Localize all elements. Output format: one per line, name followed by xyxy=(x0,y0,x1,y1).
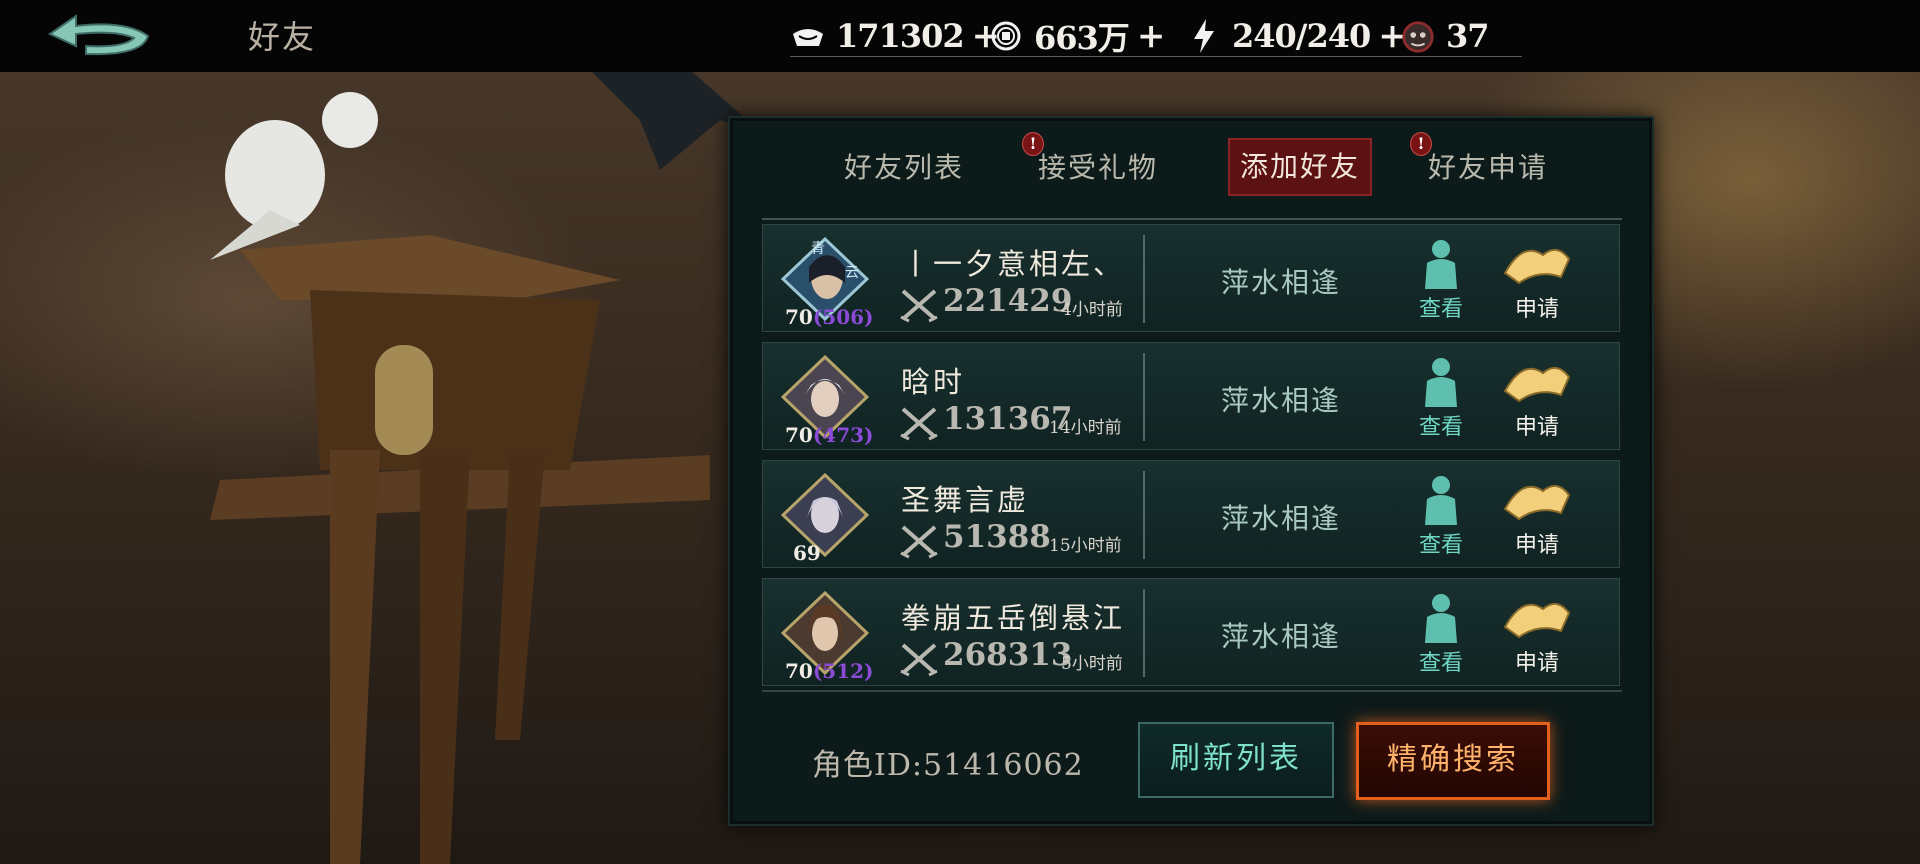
person-silhouette-icon xyxy=(1425,240,1457,289)
relation-status: 萍水相逢 xyxy=(1221,266,1342,299)
tab-friend-list[interactable]: 好友列表 xyxy=(844,138,964,198)
player-level: 70(506) xyxy=(785,305,874,329)
tab-friend-requests[interactable]: 好友申请 xyxy=(1428,138,1548,198)
cupped-hands-icon xyxy=(1503,602,1571,639)
player-name: 丨一夕意相左、 xyxy=(901,247,1126,281)
role-id-label: 角色ID:51416062 xyxy=(812,748,1084,783)
row-divider xyxy=(1143,589,1145,677)
friend-requests-alert-badge: ! xyxy=(1410,132,1432,156)
player-name: 圣舞言虚 xyxy=(901,483,1030,517)
relation-status: 萍水相逢 xyxy=(1221,502,1342,535)
friend-row: 69 圣舞言虚 51388 15小时前 萍水相逢 查看 申请 xyxy=(762,460,1620,568)
svg-text:青: 青 xyxy=(811,241,825,257)
view-profile-button[interactable]: 查看 xyxy=(1411,591,1471,676)
back-arrow-icon[interactable] xyxy=(46,12,152,62)
row-divider xyxy=(1143,471,1145,559)
player-name: 晗时 xyxy=(901,365,966,399)
view-profile-button[interactable]: 查看 xyxy=(1411,473,1471,558)
friend-row: 70(473) 晗时 131367 14小时前 萍水相逢 查看 申请 xyxy=(762,342,1620,450)
lightning-icon xyxy=(1186,18,1222,54)
silver-ingot-icon xyxy=(790,18,826,54)
resource-stamina: 240/240 + xyxy=(1186,14,1407,58)
page-title: 好友 xyxy=(248,18,317,56)
tab-add-friend[interactable]: 添加好友 xyxy=(1228,138,1373,196)
copper-coin-icon xyxy=(988,18,1024,54)
friend-row: 70(512) 拳崩五岳倒悬江 268313 5小时前 萍水相逢 查看 申请 xyxy=(762,578,1620,686)
resource-coin: 663万 + xyxy=(988,14,1165,58)
crossed-swords-icon xyxy=(900,525,938,559)
player-level: 69 xyxy=(793,541,821,565)
crossed-swords-icon xyxy=(900,407,938,441)
silver-value: 171302 xyxy=(836,17,965,55)
cupped-hands-icon xyxy=(1503,248,1571,285)
svg-text:云: 云 xyxy=(845,265,859,281)
add-coin-button[interactable]: + xyxy=(1137,16,1166,56)
ghost-token-icon xyxy=(1400,18,1436,54)
view-profile-button[interactable]: 查看 xyxy=(1411,355,1471,440)
person-silhouette-icon xyxy=(1425,476,1457,525)
tab-bar: 好友列表 接受礼物 ! 添加好友 好友申请 ! xyxy=(770,132,1610,198)
view-profile-button[interactable]: 查看 xyxy=(1411,237,1471,322)
send-request-button[interactable]: 申请 xyxy=(1499,237,1575,322)
precise-search-button[interactable]: 精确搜索 xyxy=(1356,722,1550,800)
row-divider xyxy=(1143,353,1145,441)
crossed-swords-icon xyxy=(900,289,938,323)
tab-receive-gifts[interactable]: 接受礼物 xyxy=(1038,138,1158,198)
player-name: 拳崩五岳倒悬江 xyxy=(901,601,1126,635)
send-request-button[interactable]: 申请 xyxy=(1499,591,1575,676)
send-request-button[interactable]: 申请 xyxy=(1499,473,1575,558)
refresh-list-button[interactable]: 刷新列表 xyxy=(1138,722,1334,798)
combat-power: 51388 xyxy=(943,519,1051,555)
cupped-hands-icon xyxy=(1503,484,1571,521)
resource-underline xyxy=(790,56,1522,57)
friend-row: 青 云 70(506) 丨一夕意相左、 221429 4小时前 萍水相逢 查看 … xyxy=(762,224,1620,332)
coin-value: 663万 xyxy=(1034,19,1130,57)
person-silhouette-icon xyxy=(1425,594,1457,643)
resource-silver: 171302 + xyxy=(790,14,1000,58)
receive-gifts-alert-badge: ! xyxy=(1022,132,1044,156)
combat-power: 221429 xyxy=(943,283,1073,319)
crossed-swords-icon xyxy=(900,643,938,677)
resource-token: 37 xyxy=(1400,14,1490,58)
last-online: 14小时前 xyxy=(1049,418,1122,438)
stamina-value: 240/240 xyxy=(1232,17,1371,55)
row-divider xyxy=(1143,235,1145,323)
player-level: 70(473) xyxy=(785,423,874,447)
last-online: 4小时前 xyxy=(1061,300,1123,320)
cupped-hands-icon xyxy=(1503,366,1571,403)
list-bottom-border xyxy=(762,690,1622,692)
last-online: 5小时前 xyxy=(1061,654,1123,674)
combat-power: 268313 xyxy=(943,637,1073,673)
last-online: 15小时前 xyxy=(1049,536,1122,556)
tab-underline xyxy=(762,218,1622,220)
player-level: 70(512) xyxy=(785,659,874,683)
relation-status: 萍水相逢 xyxy=(1221,620,1342,653)
token-value: 37 xyxy=(1446,17,1490,55)
send-request-button[interactable]: 申请 xyxy=(1499,355,1575,440)
relation-status: 萍水相逢 xyxy=(1221,384,1342,417)
person-silhouette-icon xyxy=(1425,358,1457,407)
